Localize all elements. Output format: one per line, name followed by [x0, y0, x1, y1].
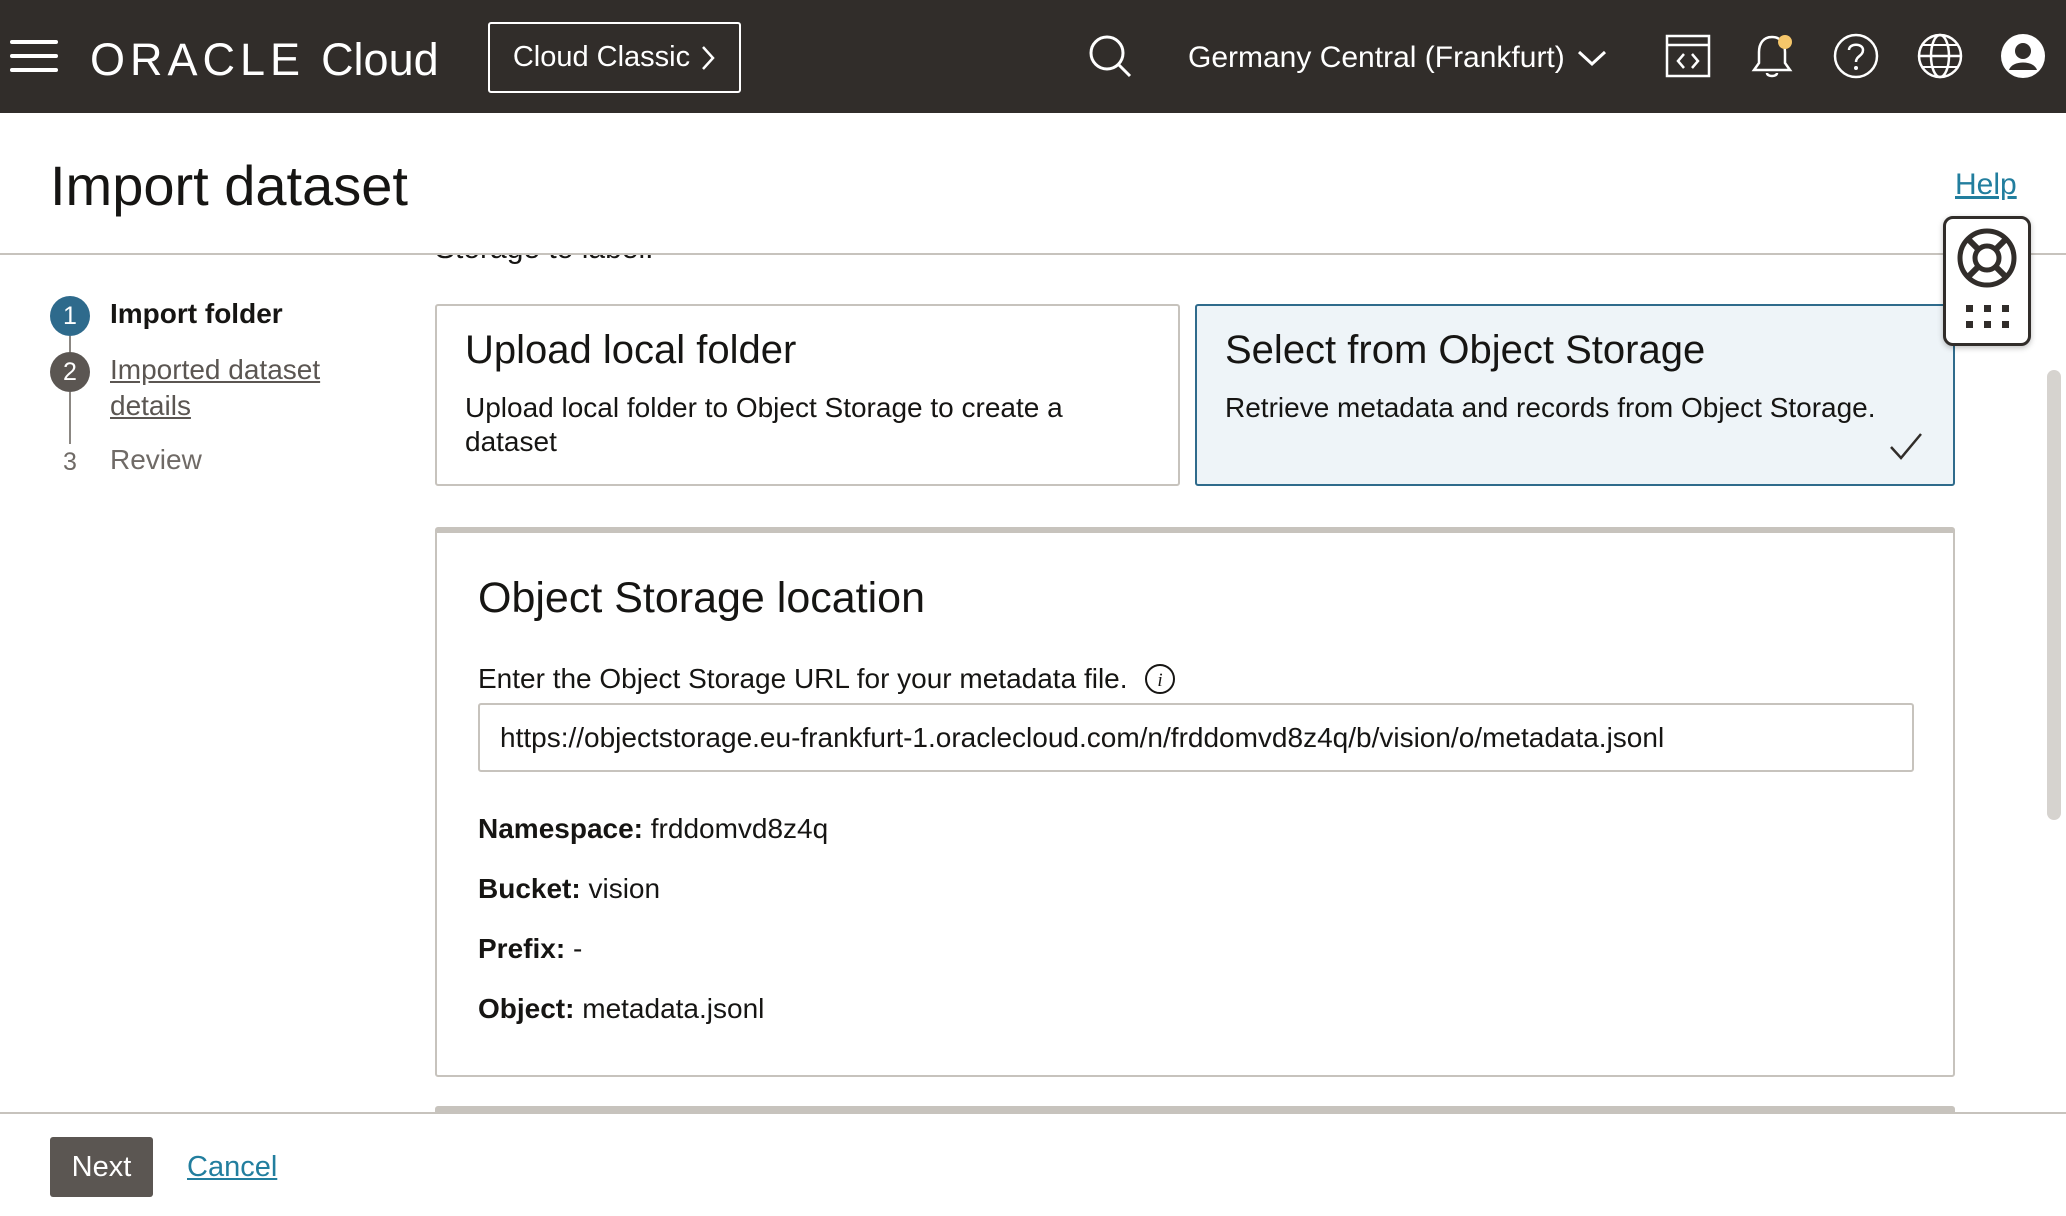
lifebuoy-icon — [1957, 228, 2017, 288]
step-imported-dataset-details[interactable]: 2 Imported dataset details — [50, 336, 350, 444]
bucket-value: vision — [588, 873, 661, 904]
help-widget[interactable] — [1943, 216, 2031, 346]
brand-cloud: Cloud — [321, 34, 439, 85]
option-title: Upload local folder — [465, 328, 797, 372]
url-field-label: Enter the Object Storage URL for your me… — [478, 663, 1176, 695]
wizard-steps: 1 Import folder 2 Imported dataset detai… — [50, 296, 350, 498]
step-number: 1 — [50, 296, 90, 336]
step-connector — [69, 392, 71, 444]
page-header: Import dataset Help — [0, 113, 2066, 255]
option-title: Select from Object Storage — [1225, 328, 1706, 372]
step-number: 3 — [63, 447, 77, 476]
option-description: Retrieve metadata and records from Objec… — [1225, 392, 1876, 423]
info-icon[interactable]: i — [1144, 663, 1176, 695]
step-label: Import folder — [110, 298, 283, 329]
help-link[interactable]: Help — [1955, 168, 2017, 202]
oracle-cloud-logo[interactable]: ORACLE Cloud — [90, 34, 439, 85]
object-value: metadata.jsonl — [582, 993, 765, 1024]
upload-local-folder-card[interactable]: Upload local folder Upload local folder … — [435, 304, 1180, 486]
user-avatar-icon[interactable] — [1999, 32, 2047, 80]
search-icon[interactable] — [1086, 32, 1134, 80]
next-button[interactable]: Next — [50, 1137, 153, 1197]
step-link[interactable]: Imported dataset details — [110, 352, 350, 424]
page-scrollbar[interactable] — [2047, 370, 2061, 820]
step-number: 2 — [50, 352, 90, 392]
bucket-label: Bucket: — [478, 873, 581, 904]
cancel-link[interactable]: Cancel — [187, 1151, 277, 1184]
grid-dots-icon — [1966, 305, 2009, 328]
region-selector[interactable]: Germany Central (Frankfurt) — [1188, 36, 1607, 80]
brand-oracle: ORACLE — [90, 34, 306, 85]
select-object-storage-card[interactable]: Select from Object Storage Retrieve meta… — [1195, 304, 1955, 486]
panel-title: Object Storage location — [478, 574, 925, 622]
step-review: 3 Review — [50, 442, 350, 498]
checkmark-icon — [1890, 433, 1922, 460]
object-row: Object: metadata.jsonl — [478, 993, 764, 1025]
svg-text:i: i — [1157, 670, 1162, 691]
step-connector — [69, 336, 71, 352]
object-storage-location-panel: Object Storage location Enter the Object… — [435, 527, 1955, 1077]
step-label: Review — [110, 444, 202, 475]
page-title: Import dataset — [50, 154, 408, 217]
namespace-value: frddomvd8z4q — [650, 813, 829, 844]
chevron-down-icon — [1577, 50, 1606, 67]
bell-icon[interactable] — [1748, 32, 1796, 80]
chevron-right-icon — [702, 45, 715, 70]
prefix-value: - — [572, 933, 583, 964]
url-field-label-text: Enter the Object Storage URL for your me… — [478, 663, 1128, 694]
object-label: Object: — [478, 993, 575, 1024]
hamburger-menu-icon[interactable] — [10, 40, 58, 74]
region-label: Germany Central (Frankfurt) — [1188, 41, 1565, 74]
namespace-label: Namespace: — [478, 813, 643, 844]
namespace-row: Namespace: frddomvd8z4q — [478, 813, 828, 845]
bucket-row: Bucket: vision — [478, 873, 660, 905]
cloud-classic-label: Cloud Classic — [512, 41, 691, 73]
globe-icon[interactable] — [1916, 32, 1964, 80]
step-import-folder[interactable]: 1 Import folder — [50, 296, 350, 352]
code-console-icon[interactable] — [1664, 32, 1712, 80]
prefix-row: Prefix: - — [478, 933, 582, 965]
top-navigation-bar: ORACLE Cloud Cloud Classic Germany Centr… — [0, 0, 2066, 113]
question-icon[interactable] — [1832, 32, 1880, 80]
object-storage-url-input[interactable] — [478, 703, 1914, 772]
option-description: Upload local folder to Object Storage to… — [465, 392, 1063, 457]
prefix-label: Prefix: — [478, 933, 566, 964]
wizard-footer: Next Cancel — [0, 1112, 2066, 1216]
cloud-classic-button[interactable]: Cloud Classic — [488, 22, 741, 93]
